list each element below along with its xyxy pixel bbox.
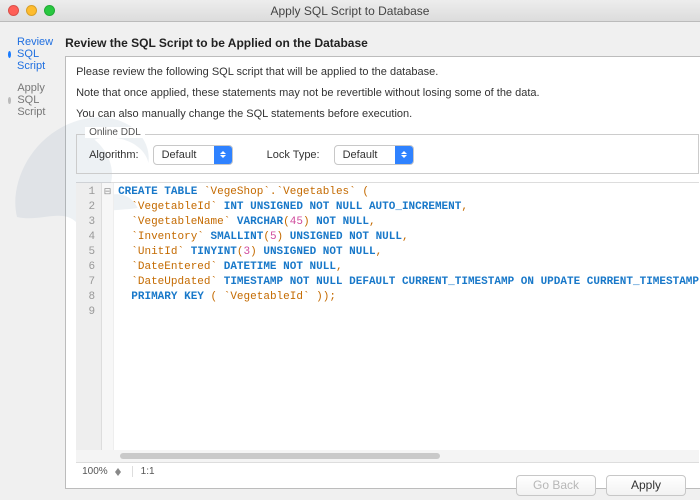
group-legend: Online DDL — [85, 127, 145, 138]
algorithm-select[interactable]: Default — [153, 145, 233, 165]
horizontal-scrollbar[interactable] — [76, 450, 699, 462]
chevron-updown-icon — [395, 146, 413, 164]
algorithm-value: Default — [154, 149, 214, 161]
wizard-step-label: Review SQL Script — [17, 36, 57, 72]
scrollbar-thumb[interactable] — [120, 453, 440, 459]
wizard-step-apply[interactable]: Apply SQL Script — [8, 82, 57, 118]
go-back-button: Go Back — [516, 475, 596, 496]
chevron-updown-icon — [214, 146, 232, 164]
zoom-level: 100% — [76, 466, 112, 477]
line-number-gutter: 123456789 — [76, 183, 102, 450]
lock-type-label: Lock Type: — [267, 149, 320, 161]
wizard-step-label: Apply SQL Script — [17, 82, 57, 118]
sql-editor[interactable]: 123456789 ⊟ CREATE TABLE `VegeShop`.`Veg… — [76, 182, 699, 480]
window-controls — [8, 5, 55, 16]
apply-button[interactable]: Apply — [606, 475, 686, 496]
online-ddl-group: Online DDL Algorithm: Default Lock Type:… — [76, 134, 699, 174]
main-panel: Please review the following SQL script t… — [65, 56, 700, 489]
fold-gutter[interactable]: ⊟ — [102, 183, 114, 450]
wizard-step-review[interactable]: Review SQL Script — [8, 36, 57, 72]
titlebar: Apply SQL Script to Database — [0, 0, 700, 22]
algorithm-label: Algorithm: — [89, 149, 139, 161]
instruction-line: Please review the following SQL script t… — [76, 65, 699, 80]
instruction-line: Note that once applied, these statements… — [76, 86, 699, 101]
cursor-position: 1:1 — [132, 466, 155, 477]
zoom-stepper[interactable] — [112, 465, 124, 479]
step-indicator-icon — [8, 97, 11, 104]
wizard-sidebar: Review SQL Script Apply SQL Script — [0, 22, 65, 470]
instruction-line: You can also manually change the SQL sta… — [76, 107, 699, 122]
close-icon[interactable] — [8, 5, 19, 16]
lock-type-select[interactable]: Default — [334, 145, 414, 165]
panel-title: Review the SQL Script to be Applied on t… — [65, 32, 700, 56]
sql-code-area[interactable]: CREATE TABLE `VegeShop`.`Vegetables` ( `… — [114, 183, 699, 450]
minimize-icon[interactable] — [26, 5, 37, 16]
maximize-icon[interactable] — [44, 5, 55, 16]
lock-type-value: Default — [335, 149, 395, 161]
step-indicator-icon — [8, 51, 11, 58]
window-title: Apply SQL Script to Database — [271, 4, 430, 18]
